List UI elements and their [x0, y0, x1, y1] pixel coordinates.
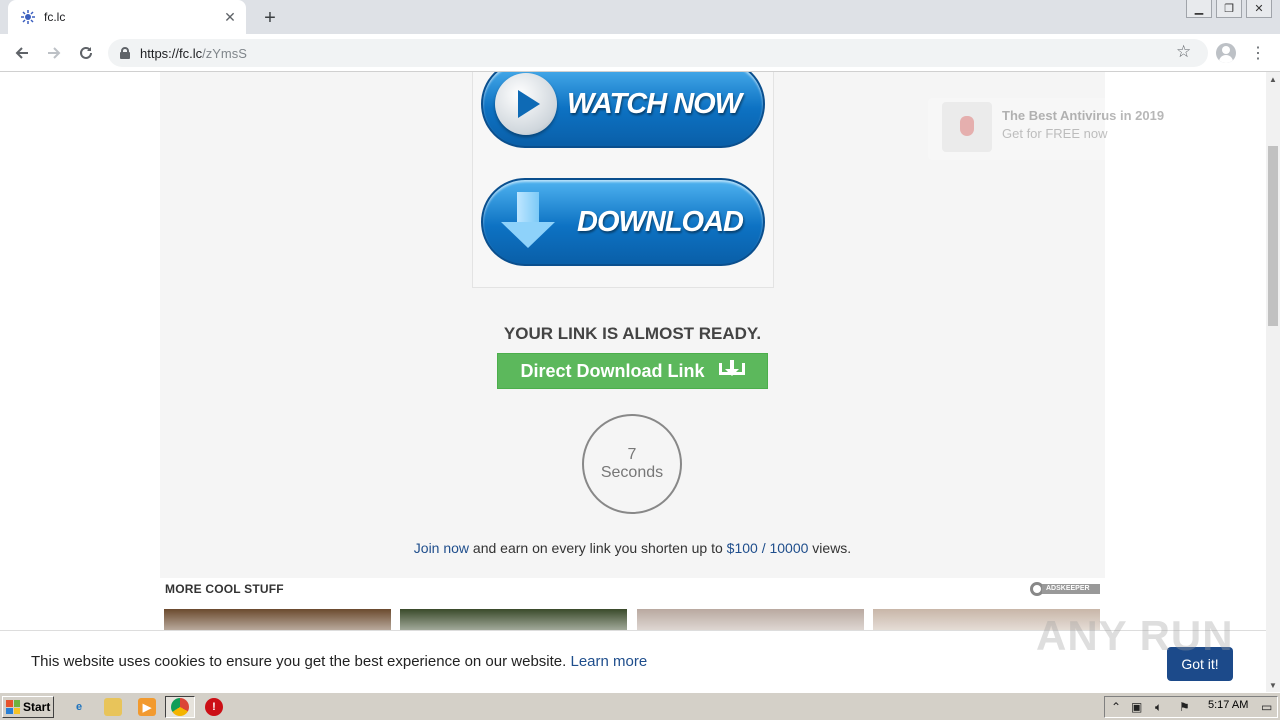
browser-toolbar: https://fc.lc/zYmsS ☆ ⋮: [0, 34, 1280, 72]
start-button[interactable]: Start: [2, 696, 54, 718]
direct-download-label: Direct Download Link: [520, 360, 705, 381]
media-player-icon[interactable]: ▶: [138, 698, 156, 716]
push-notification[interactable]: The Best Antivirus in 2019 Get for FREE …: [928, 98, 1266, 160]
windows-logo-icon: [6, 700, 20, 714]
url-path: /zYmsS: [202, 45, 247, 61]
tray-expand-icon[interactable]: ⌃: [1111, 700, 1121, 714]
more-cool-stuff-heading: MORE COOL STUFF: [165, 582, 284, 596]
url-text: https://fc.lc/zYmsS: [140, 46, 247, 61]
link-ready-heading: YOUR LINK IS ALMOST READY.: [503, 324, 762, 343]
address-bar[interactable]: https://fc.lc/zYmsS: [108, 39, 1208, 67]
minimize-icon[interactable]: ▁: [1186, 0, 1212, 18]
rate-link[interactable]: $100 / 10000: [727, 540, 809, 556]
taskbar-clock[interactable]: 5:17 AM: [1208, 699, 1248, 711]
join-promo-text: Join now and earn on every link you shor…: [160, 540, 1105, 556]
cookie-text: This website uses cookies to ensure you …: [31, 653, 647, 670]
download-button[interactable]: DOWNLOAD: [481, 178, 765, 266]
adskeeper-logo-icon[interactable]: ADSKEEPER: [1030, 582, 1100, 596]
join-now-link[interactable]: Join now: [414, 540, 469, 556]
ad-banner-box: WATCH NOW DOWNLOAD: [472, 72, 774, 288]
ie-icon[interactable]: e: [70, 698, 88, 716]
scroll-up-icon[interactable]: ▲: [1269, 75, 1277, 84]
scroll-thumb[interactable]: [1268, 146, 1278, 326]
join-end-text: views.: [808, 540, 852, 556]
show-desktop-icon[interactable]: ▭: [1261, 700, 1272, 714]
lock-icon: [120, 47, 130, 59]
tab-close-icon[interactable]: ✕: [220, 7, 240, 27]
antivirus-icon: [942, 102, 992, 152]
timer-value: 7: [627, 446, 637, 463]
opera-icon[interactable]: !: [205, 698, 223, 716]
page-viewport: WATCH NOW DOWNLOAD YOUR LINK IS ALMOST R…: [0, 72, 1266, 692]
notification-title: The Best Antivirus in 2019: [1002, 108, 1165, 123]
tab-strip: fc.lc ✕ + ▁ ❐ ✕: [0, 0, 1280, 34]
profile-avatar-icon[interactable]: [1216, 43, 1236, 63]
window-controls: ▁ ❐ ✕: [1186, 0, 1272, 18]
restore-icon[interactable]: ❐: [1216, 0, 1242, 18]
notification-subtitle: Get for FREE now: [1002, 126, 1108, 141]
start-label: Start: [23, 700, 51, 714]
download-tray-icon: [718, 360, 745, 382]
direct-download-button[interactable]: Direct Download Link: [497, 353, 768, 389]
watch-now-label: WATCH NOW: [567, 87, 742, 120]
browser-tab[interactable]: fc.lc ✕: [8, 0, 246, 34]
anyrun-watermark: ANY RUN: [1036, 612, 1234, 659]
close-window-icon[interactable]: ✕: [1246, 0, 1272, 18]
learn-more-link[interactable]: Learn more: [570, 653, 647, 670]
tab-title: fc.lc: [44, 10, 66, 24]
watch-now-button[interactable]: WATCH NOW: [481, 72, 765, 148]
page-scrollbar[interactable]: ▲ ▼: [1266, 72, 1280, 692]
chrome-icon: [171, 698, 189, 716]
timer-unit: Seconds: [600, 464, 664, 481]
cookie-message: This website uses cookies to ensure you …: [31, 653, 571, 670]
network-icon[interactable]: ▣: [1131, 700, 1142, 714]
system-tray: ⌃ ▣ 🔈︎ ⚑ ▭: [1104, 696, 1278, 718]
adskeeper-label: ADSKEEPER: [1042, 584, 1100, 594]
bookmark-star-icon[interactable]: ☆: [1176, 42, 1191, 62]
play-icon: [495, 73, 557, 135]
scroll-down-icon[interactable]: ▼: [1269, 681, 1277, 690]
download-label: DOWNLOAD: [577, 205, 744, 238]
back-icon[interactable]: [10, 42, 34, 64]
flag-icon[interactable]: ⚑: [1179, 700, 1190, 714]
countdown-timer: 7 Seconds: [582, 414, 682, 514]
site-favicon-icon: [20, 9, 36, 25]
volume-icon[interactable]: 🔈︎: [1155, 700, 1162, 715]
forward-icon[interactable]: [42, 42, 66, 64]
windows-taskbar: Start e ▶ ! ⌃ ▣ 🔈︎ ⚑ ▭ 5:17 AM: [0, 692, 1280, 720]
new-tab-button[interactable]: +: [258, 6, 282, 30]
down-arrow-icon: [501, 192, 555, 252]
browser-menu-icon[interactable]: ⋮: [1250, 42, 1266, 64]
reload-icon[interactable]: [74, 42, 98, 64]
join-middle-text: and earn on every link you shorten up to: [469, 540, 727, 556]
explorer-folder-icon[interactable]: [104, 698, 122, 716]
url-host: https://fc.lc: [140, 45, 203, 61]
